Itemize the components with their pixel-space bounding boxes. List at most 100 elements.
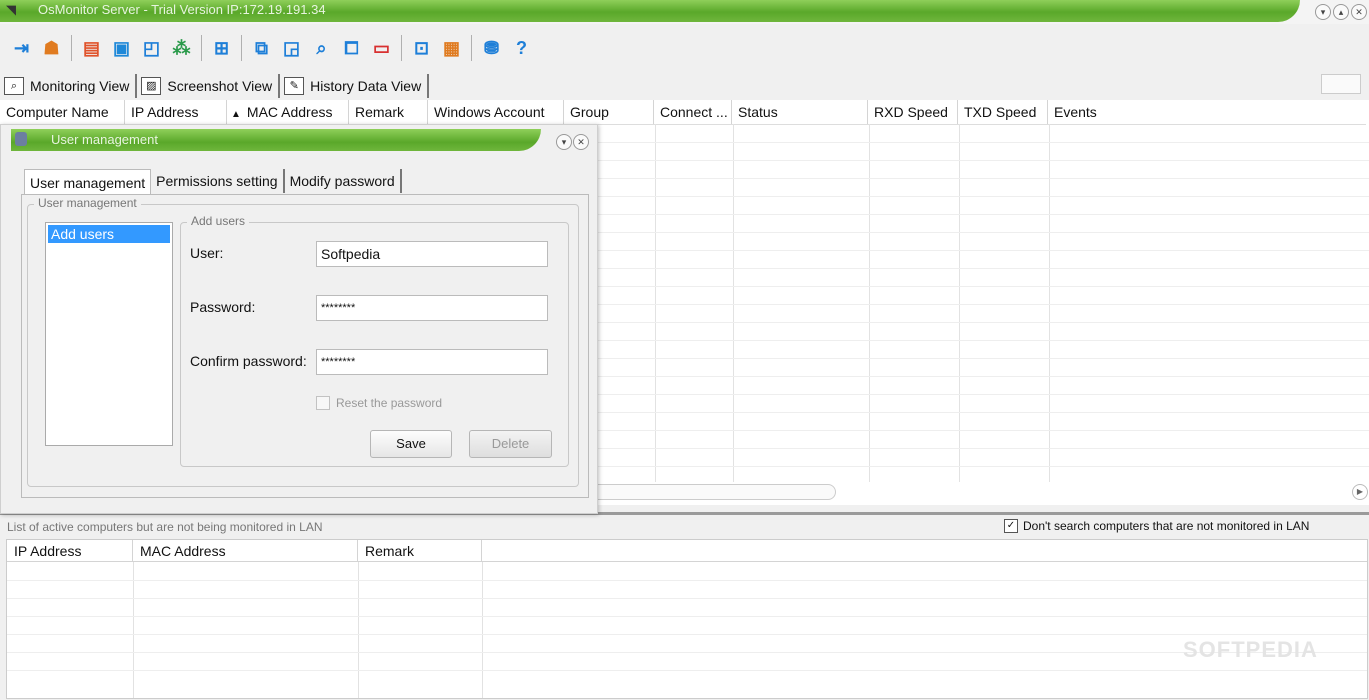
network-icon[interactable]: ⧠ bbox=[338, 35, 365, 62]
column-events[interactable]: Events bbox=[1048, 100, 1366, 124]
help-icon[interactable]: ? bbox=[508, 35, 535, 62]
list-item-add-users[interactable]: Add users bbox=[48, 225, 170, 243]
grid-line bbox=[596, 358, 1369, 359]
grid-line bbox=[7, 652, 1367, 653]
column-group[interactable]: Group bbox=[564, 100, 654, 124]
unmonitored-caption: List of active computers but are not bei… bbox=[7, 520, 323, 534]
policy-icon[interactable]: ▦ bbox=[438, 35, 465, 62]
ip-config-icon[interactable]: ⊡ bbox=[408, 35, 435, 62]
user-input[interactable]: Softpedia bbox=[316, 241, 548, 267]
dialog-close-button[interactable]: ✕ bbox=[573, 134, 589, 150]
broadcast-icon[interactable]: ◲ bbox=[278, 35, 305, 62]
tab-permissions-setting[interactable]: Permissions setting bbox=[151, 169, 285, 193]
shop-icon[interactable]: ⛃ bbox=[478, 35, 505, 62]
minimize-button[interactable]: ▾ bbox=[1315, 4, 1331, 20]
tab-monitoring-view[interactable]: ⌕ Monitoring View bbox=[0, 74, 138, 98]
maximize-button[interactable]: ▴ bbox=[1333, 4, 1349, 20]
column-ip-address[interactable]: IP Address bbox=[7, 540, 133, 562]
grid-line bbox=[596, 304, 1369, 305]
window-controls: ▾ ▴ ✕ bbox=[1315, 4, 1367, 20]
column-windows-account[interactable]: Windows Account bbox=[428, 100, 564, 124]
close-button[interactable]: ✕ bbox=[1351, 4, 1367, 20]
group-users-icon[interactable]: ⁂ bbox=[168, 35, 195, 62]
screenshot-view-icon: ▨ bbox=[141, 77, 162, 95]
grid-line bbox=[7, 670, 1367, 671]
remote-desktop-icon[interactable]: ⧉ bbox=[248, 35, 275, 62]
dont-search-checkbox-row[interactable]: ✓ Don't search computers that are not mo… bbox=[1004, 519, 1309, 533]
grid-line bbox=[596, 196, 1369, 197]
unmonitored-computers-table[interactable]: IP Address MAC Address Remark bbox=[6, 539, 1368, 699]
grid-line bbox=[596, 322, 1369, 323]
scroll-right-arrow-icon[interactable]: ▶ bbox=[1352, 484, 1368, 500]
toolbar-separator bbox=[71, 35, 72, 61]
column-remark[interactable]: Remark bbox=[358, 540, 482, 562]
tab-history-data-view[interactable]: ✎ History Data View bbox=[280, 74, 430, 98]
grid-line bbox=[596, 178, 1369, 179]
view-options-button[interactable] bbox=[1321, 74, 1361, 94]
tab-label: History Data View bbox=[310, 78, 422, 94]
reset-password-row[interactable]: Reset the password bbox=[316, 396, 442, 410]
grid-line bbox=[596, 412, 1369, 413]
grid-line bbox=[7, 580, 1367, 581]
exit-icon[interactable]: ⇥ bbox=[8, 35, 35, 62]
app-logo-icon: ◥ bbox=[6, 2, 16, 17]
softpedia-watermark: SOFTPEDIA bbox=[1183, 637, 1318, 662]
grid-line bbox=[7, 598, 1367, 599]
dont-search-checkbox[interactable]: ✓ bbox=[1004, 519, 1018, 533]
column-mac-address[interactable]: ▲ MAC Address bbox=[227, 100, 349, 124]
grid-line bbox=[7, 634, 1367, 635]
grid-line bbox=[596, 448, 1369, 449]
grid-line bbox=[596, 430, 1369, 431]
tab-label: Screenshot View bbox=[167, 78, 273, 94]
column-ip-address[interactable]: IP Address bbox=[125, 100, 227, 124]
horizontal-scrollbar[interactable] bbox=[580, 484, 836, 500]
unmonitored-computers-panel: List of active computers but are not bei… bbox=[0, 515, 1369, 700]
tab-label: Monitoring View bbox=[30, 78, 130, 94]
save-button[interactable]: Save bbox=[370, 430, 452, 458]
grid-line bbox=[596, 250, 1369, 251]
column-connect[interactable]: Connect ... bbox=[654, 100, 732, 124]
dialog-controls: ▾ ✕ bbox=[556, 134, 589, 150]
toolbar-separator bbox=[241, 35, 242, 61]
windows-icon[interactable]: ▤ bbox=[78, 35, 105, 62]
toolbar-separator bbox=[471, 35, 472, 61]
grid-line bbox=[596, 232, 1369, 233]
user-icon[interactable]: ☗ bbox=[38, 35, 65, 62]
display-settings-icon[interactable]: ▣ bbox=[108, 35, 135, 62]
tab-screenshot-view[interactable]: ▨ Screenshot View bbox=[137, 74, 281, 98]
tab-modify-password[interactable]: Modify password bbox=[285, 169, 402, 193]
report-icon[interactable]: ◰ bbox=[138, 35, 165, 62]
column-status[interactable]: Status bbox=[732, 100, 868, 124]
grid-line bbox=[596, 286, 1369, 287]
grid-line bbox=[133, 562, 134, 698]
search-computer-icon[interactable]: ⌕ bbox=[308, 35, 335, 62]
history-view-icon: ✎ bbox=[284, 77, 305, 95]
password-input[interactable]: ******** bbox=[316, 295, 548, 321]
column-mac-address[interactable]: MAC Address bbox=[133, 540, 358, 562]
column-rxd-speed[interactable]: RXD Speed bbox=[868, 100, 958, 124]
column-remark[interactable]: Remark bbox=[349, 100, 428, 124]
monitor-view-icon: ⌕ bbox=[4, 77, 24, 95]
grid-line bbox=[596, 340, 1369, 341]
screen-icon[interactable]: ▭ bbox=[368, 35, 395, 62]
title-bar: ◥ OsMonitor Server - Trial Version IP:17… bbox=[0, 0, 1369, 24]
column-txd-speed[interactable]: TXD Speed bbox=[958, 100, 1048, 124]
column-label: MAC Address bbox=[246, 104, 333, 120]
column-computer-name[interactable]: Computer Name bbox=[0, 100, 125, 124]
dont-search-label: Don't search computers that are not moni… bbox=[1023, 519, 1310, 533]
reset-password-checkbox[interactable] bbox=[316, 396, 330, 410]
dialog-minimize-button[interactable]: ▾ bbox=[556, 134, 572, 150]
grid-line bbox=[482, 562, 483, 698]
grid-line bbox=[596, 142, 1369, 143]
layout-icon[interactable]: ⊞ bbox=[208, 35, 235, 62]
confirm-password-input[interactable]: ******** bbox=[316, 349, 548, 375]
delete-button[interactable]: Delete bbox=[469, 430, 552, 458]
group-label: User management bbox=[34, 196, 141, 210]
dialog-title-bar[interactable]: User management bbox=[11, 129, 541, 151]
grid-line bbox=[596, 376, 1369, 377]
grid-line bbox=[596, 160, 1369, 161]
tab-user-management[interactable]: User management bbox=[24, 169, 152, 196]
reset-password-label: Reset the password bbox=[336, 396, 443, 410]
user-action-list[interactable]: Add users bbox=[45, 222, 173, 446]
toolbar-separator bbox=[401, 35, 402, 61]
